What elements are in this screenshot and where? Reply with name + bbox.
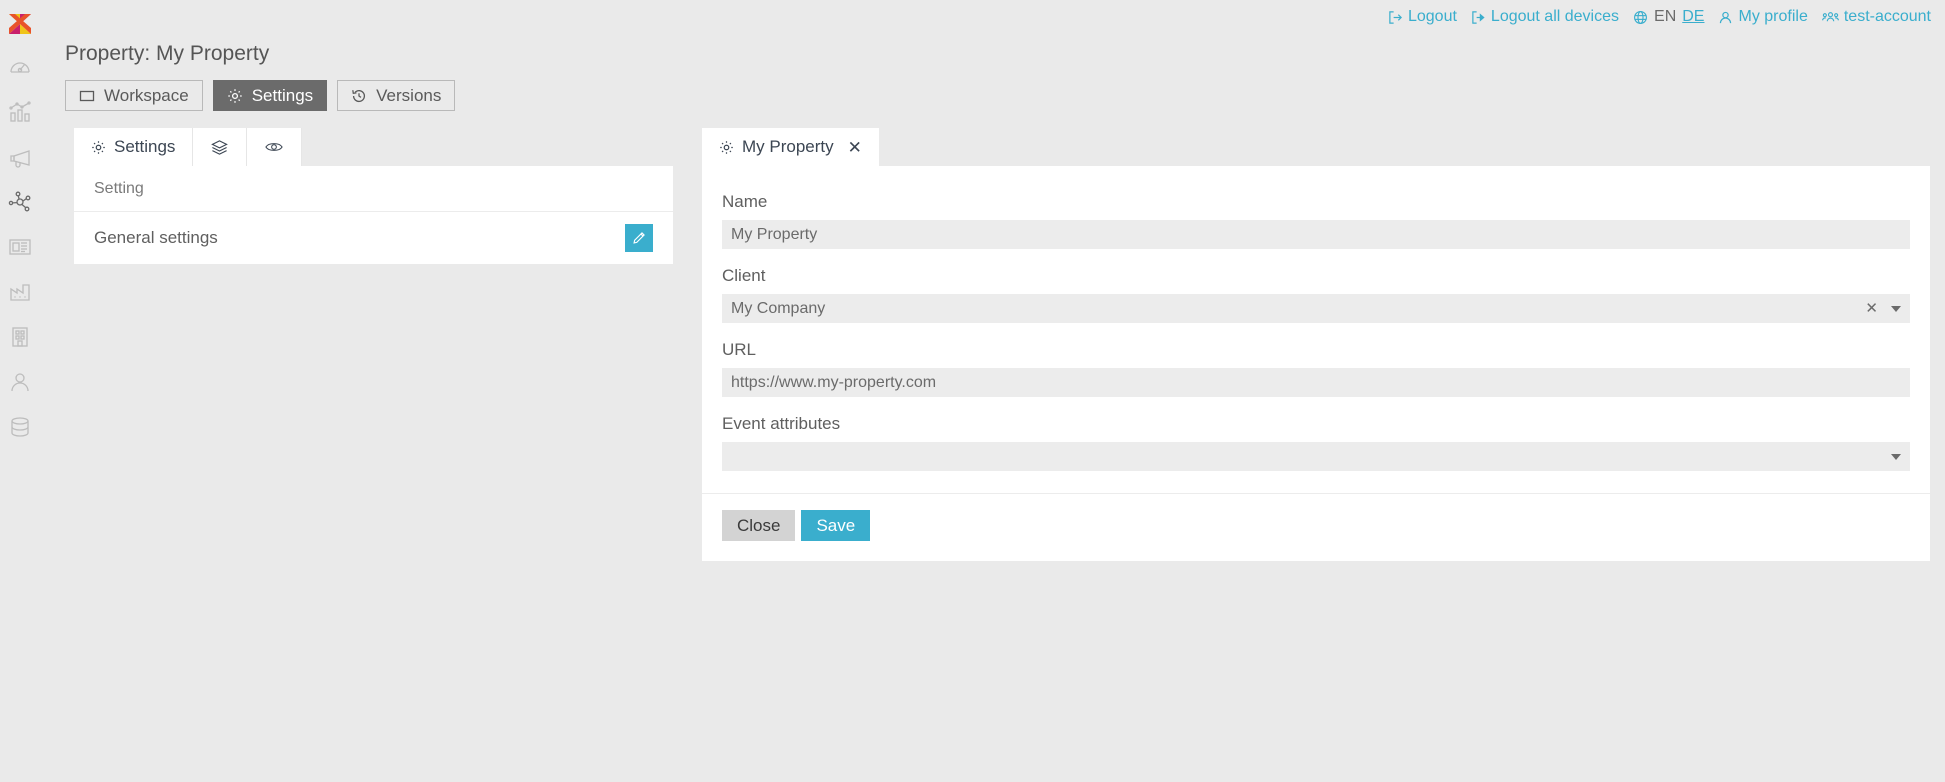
group-icon [1821, 10, 1839, 25]
chevron-down-icon[interactable] [1891, 305, 1901, 312]
network-nodes-icon [8, 190, 32, 214]
right-panel-tabstrip: My Property ✕ [702, 128, 1930, 166]
event-attributes-select[interactable] [722, 442, 1910, 471]
url-input-value: https://www.my-property.com [731, 373, 937, 391]
newspaper-icon [8, 235, 32, 259]
logout-all-devices-link[interactable]: Logout all devices [1471, 8, 1619, 26]
tab-versions[interactable]: Versions [337, 80, 456, 111]
my-profile-label: My profile [1738, 8, 1808, 25]
globe-icon [1633, 10, 1648, 25]
chevron-down-icon[interactable] [1891, 453, 1901, 460]
settings-table: Setting General settings [74, 166, 673, 264]
field-url-label: URL [722, 340, 757, 359]
layers-icon [211, 139, 229, 156]
bar-chart-icon [8, 100, 32, 124]
property-form: Name My Property Client My Company ✕ URL… [702, 166, 1930, 493]
url-input[interactable]: https://www.my-property.com [722, 368, 1910, 397]
table-row[interactable]: General settings [74, 212, 673, 264]
account-label: test-account [1843, 8, 1931, 25]
right-tab-my-property[interactable]: My Property ✕ [702, 128, 879, 166]
save-button[interactable]: Save [801, 510, 871, 541]
close-tab-icon[interactable]: ✕ [848, 139, 862, 156]
database-icon [8, 415, 32, 439]
form-button-bar: Close Save [702, 494, 1930, 561]
section-tabs: Workspace Settings Versions [65, 80, 456, 111]
sidebar-item-advertisers[interactable] [0, 269, 40, 314]
gear-icon [719, 140, 734, 155]
client-select-value: My Company [731, 299, 826, 317]
clear-icon[interactable]: ✕ [1865, 301, 1878, 316]
left-tab-settings-label: Settings [114, 137, 176, 156]
logout-label: Logout [1407, 8, 1457, 25]
tab-settings[interactable]: Settings [212, 80, 328, 111]
sign-out-icon [1388, 10, 1403, 25]
sidebar-item-publishers[interactable] [0, 224, 40, 269]
account-link[interactable]: test-account [1821, 8, 1931, 26]
left-panel-tabstrip: Settings [74, 128, 673, 166]
language-current: EN [1654, 8, 1677, 25]
setting-name: General settings [94, 228, 218, 247]
right-tab-label: My Property [742, 137, 834, 156]
field-client: Client My Company ✕ [722, 266, 1910, 323]
sidebar-item-campaigns[interactable] [0, 134, 40, 179]
history-icon [351, 88, 367, 104]
logout-all-devices-label: Logout all devices [1490, 8, 1620, 25]
edit-icon [632, 231, 646, 245]
sidebar-item-properties[interactable] [0, 179, 40, 224]
tab-workspace[interactable]: Workspace [65, 80, 203, 111]
field-event-attributes: Event attributes [722, 414, 1910, 471]
gauge-icon [8, 55, 32, 79]
name-input[interactable]: My Property [722, 220, 1910, 249]
left-tab-layers[interactable] [193, 128, 248, 166]
sidebar-item-clients[interactable] [0, 314, 40, 359]
close-button[interactable]: Close [722, 510, 796, 541]
gear-icon [227, 88, 243, 104]
event-attributes-adornments [1891, 453, 1901, 460]
left-tab-preview[interactable] [247, 128, 303, 166]
eye-icon [265, 139, 284, 155]
edit-setting-button[interactable] [625, 224, 653, 252]
sidebar-item-users[interactable] [0, 359, 40, 404]
person-icon [8, 370, 32, 394]
property-detail-panel: My Property ✕ Name My Property Client My… [702, 128, 1930, 561]
settings-list-panel: Settings Setting General settings [74, 128, 673, 264]
page-title: Property: My Property [65, 42, 270, 65]
language-switcher[interactable]: EN DE [1633, 8, 1704, 26]
field-url: URL https://www.my-property.com [722, 340, 1910, 397]
megaphone-icon [8, 145, 32, 169]
logout-link[interactable]: Logout [1388, 8, 1457, 26]
language-alt-link[interactable]: DE [1682, 8, 1704, 26]
app-logo[interactable] [0, 4, 40, 44]
factory-icon [8, 280, 32, 304]
sign-out-all-icon [1471, 10, 1486, 25]
sidebar-item-analytics[interactable] [0, 89, 40, 134]
gear-icon [91, 140, 106, 155]
tab-workspace-label: Workspace [104, 85, 189, 105]
client-select[interactable]: My Company ✕ [722, 294, 1910, 323]
tab-settings-label: Settings [251, 85, 314, 105]
sidebar-item-dashboard[interactable] [0, 44, 40, 89]
building-icon [8, 325, 32, 349]
field-client-label: Client [722, 266, 766, 285]
top-utility-nav: Logout Logout all devices EN DE My profi… [1388, 8, 1931, 26]
field-event-attributes-label: Event attributes [722, 414, 841, 433]
sidebar-item-data[interactable] [0, 404, 40, 449]
sidebar [0, 0, 40, 782]
person-icon [1718, 10, 1733, 25]
tab-versions-label: Versions [376, 85, 442, 105]
my-profile-link[interactable]: My profile [1718, 8, 1808, 26]
left-tab-settings[interactable]: Settings [74, 128, 194, 166]
client-select-adornments: ✕ [1865, 301, 1901, 316]
table-column-header: Setting [74, 166, 673, 212]
field-name-label: Name [722, 192, 768, 211]
window-icon [79, 88, 95, 104]
field-name: Name My Property [722, 192, 1910, 249]
name-input-value: My Property [731, 225, 818, 243]
